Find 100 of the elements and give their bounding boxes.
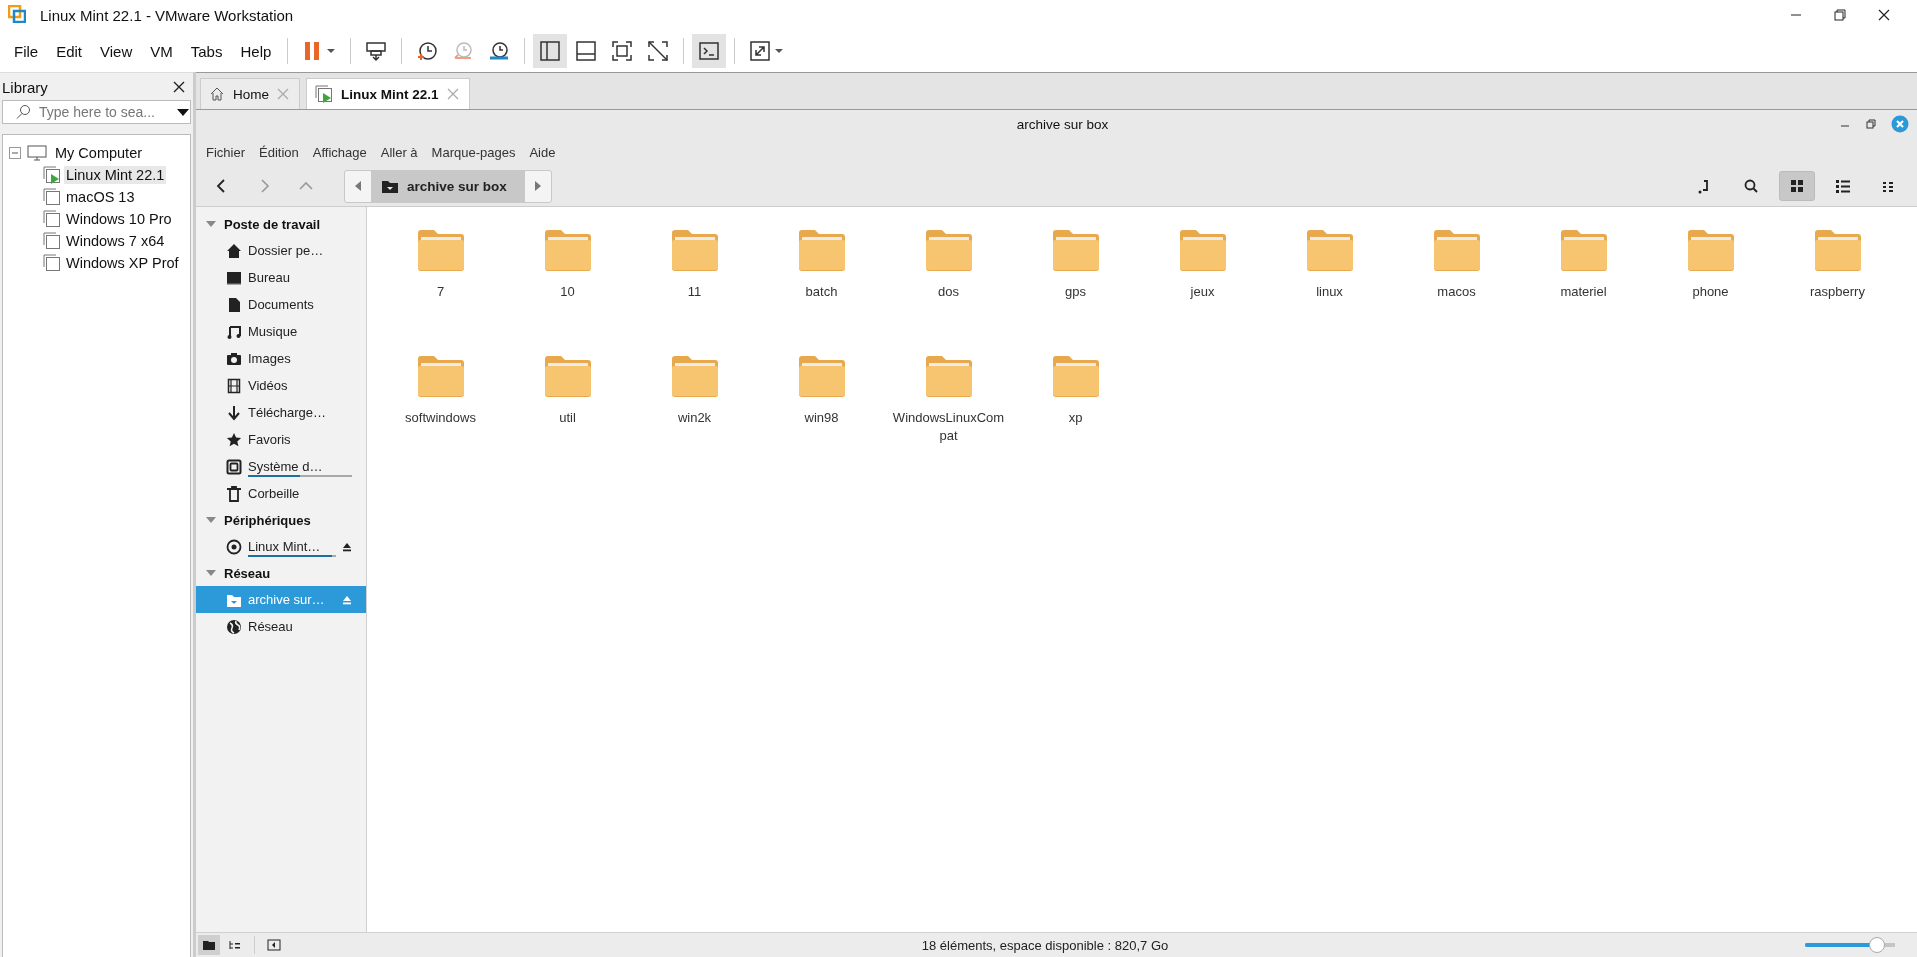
folder-name[interactable]: phone [1654, 283, 1767, 302]
folder-icon[interactable] [1432, 229, 1481, 271]
menu-item[interactable]: Aller à [374, 141, 424, 163]
menu-item[interactable]: File [6, 38, 47, 64]
trash-icon [226, 485, 242, 502]
folder-icon[interactable] [1051, 355, 1100, 397]
sidebar-layout-button[interactable] [533, 34, 568, 68]
menu-item[interactable]: Édition [253, 141, 305, 163]
tree-item[interactable]: Windows 7 x64 [64, 232, 167, 250]
tree-item[interactable]: Windows XP Prof [64, 254, 181, 272]
sidebar-item[interactable]: Dossier pe… [196, 237, 366, 264]
folder-icon[interactable] [543, 355, 592, 397]
library-title: Library [2, 79, 48, 96]
folder-icon[interactable] [924, 229, 973, 271]
menu-item[interactable]: Edit [48, 38, 91, 64]
sidebar-item[interactable]: Favoris [196, 426, 366, 453]
path-button[interactable]: archive sur box [371, 170, 525, 202]
folder-icon[interactable] [924, 355, 973, 397]
folder-name[interactable]: materiel [1527, 283, 1640, 302]
folder-name[interactable]: 11 [638, 283, 751, 302]
folder-icon[interactable] [1559, 229, 1608, 271]
terminal-button[interactable] [692, 34, 727, 68]
sidebar-item[interactable]: Système d… [196, 453, 366, 480]
folder-name[interactable]: util [511, 409, 624, 428]
folder-name[interactable]: raspberry [1781, 283, 1894, 302]
sidebar-item[interactable]: Corbeille [196, 480, 366, 507]
icon-view-icon [1789, 178, 1805, 194]
menu-item[interactable]: View [92, 38, 141, 64]
tree-item[interactable]: My Computer [53, 144, 145, 162]
folder-name[interactable]: macos [1400, 283, 1513, 302]
tab[interactable]: Linux Mint 22.1 [306, 78, 470, 109]
folder-icon[interactable] [1813, 229, 1862, 271]
sidebar-item[interactable]: Documents [196, 291, 366, 318]
folder-icon[interactable] [670, 355, 719, 397]
computer-icon [27, 145, 47, 161]
folder-icon[interactable] [1305, 229, 1354, 271]
folder-icon[interactable] [1686, 229, 1735, 271]
tree-item[interactable]: Windows 10 Pro [64, 210, 174, 228]
library-search-field[interactable]: Type here to sea... [2, 100, 191, 124]
menu-item[interactable]: Aide [523, 141, 562, 163]
status-text: 18 éléments, espace disponible : 820,7 Go [921, 937, 1169, 953]
menu-item[interactable]: Affichage [306, 141, 373, 163]
places-toggle-button[interactable] [198, 935, 220, 955]
shared-folder-icon [381, 178, 399, 194]
sidebar-item[interactable]: Réseau [196, 613, 366, 640]
app-logo-icon [8, 4, 26, 23]
folder-icon [202, 939, 216, 951]
window-title: Linux Mint 22.1 - VMware Workstation [40, 6, 294, 24]
menu-item[interactable]: Fichier [200, 141, 251, 163]
sidebar-item[interactable]: Vidéos [196, 372, 366, 399]
folder-name[interactable]: softwindows [384, 409, 497, 428]
folder-icon[interactable] [543, 229, 592, 271]
folder-icon[interactable] [797, 229, 846, 271]
sidebar-item[interactable]: Linux Mint… [196, 533, 366, 560]
sidebar-item[interactable]: Bureau [196, 264, 366, 291]
close-icon[interactable] [173, 81, 185, 93]
scroll-right-icon[interactable] [533, 180, 542, 192]
dropdown-caret-icon[interactable] [177, 107, 189, 117]
icon-view-button[interactable] [1779, 171, 1815, 201]
menu-item[interactable]: VM [142, 38, 181, 64]
eject-icon[interactable] [342, 541, 352, 552]
home-icon [209, 86, 225, 102]
folder-name[interactable]: 7 [384, 283, 497, 302]
folder-name[interactable]: batch [765, 283, 878, 302]
folder-name[interactable]: win98 [765, 409, 878, 428]
folder-icon[interactable] [670, 229, 719, 271]
folder-name[interactable]: xp [1019, 409, 1132, 428]
collapse-icon[interactable] [206, 569, 216, 577]
desktop-icon [226, 269, 242, 286]
menu-item[interactable]: Marque-pages [425, 141, 522, 163]
folder-icon[interactable] [416, 355, 465, 397]
folder-name[interactable]: 10 [511, 283, 624, 302]
folder-name[interactable]: jeux [1146, 283, 1259, 302]
folder-icon[interactable] [1051, 229, 1100, 271]
folder-name[interactable]: linux [1273, 283, 1386, 302]
folder-name[interactable]: gps [1019, 283, 1132, 302]
star-icon [226, 431, 242, 448]
sidebar-item[interactable]: Images [196, 345, 366, 372]
folder-name[interactable]: win2k [638, 409, 751, 428]
folder-icon[interactable] [416, 229, 465, 271]
restore-icon[interactable] [1865, 118, 1877, 130]
folder-name[interactable]: WindowsLinuxCompat [892, 409, 1005, 446]
menu-item[interactable]: Tabs [182, 38, 231, 64]
tab[interactable]: Home [200, 78, 300, 109]
restore-icon[interactable] [1833, 8, 1847, 22]
document-icon [226, 296, 242, 313]
close-icon[interactable] [1877, 8, 1891, 22]
collapse-icon[interactable] [206, 516, 216, 524]
folder-icon[interactable] [1178, 229, 1227, 271]
sidebar-item[interactable]: Télécharge… [196, 399, 366, 426]
collapse-icon[interactable] [9, 147, 21, 159]
folder-icon[interactable] [797, 355, 846, 397]
scroll-left-icon[interactable] [354, 180, 362, 192]
sidebar-item[interactable]: Musique [196, 318, 366, 345]
menu-item[interactable]: Help [232, 38, 280, 64]
folder-name[interactable]: dos [892, 283, 1005, 302]
collapse-icon[interactable] [206, 220, 216, 228]
tree-item[interactable]: Linux Mint 22.1 [64, 166, 167, 184]
running-vm-icon [315, 85, 333, 103]
tree-item[interactable]: macOS 13 [64, 188, 137, 206]
